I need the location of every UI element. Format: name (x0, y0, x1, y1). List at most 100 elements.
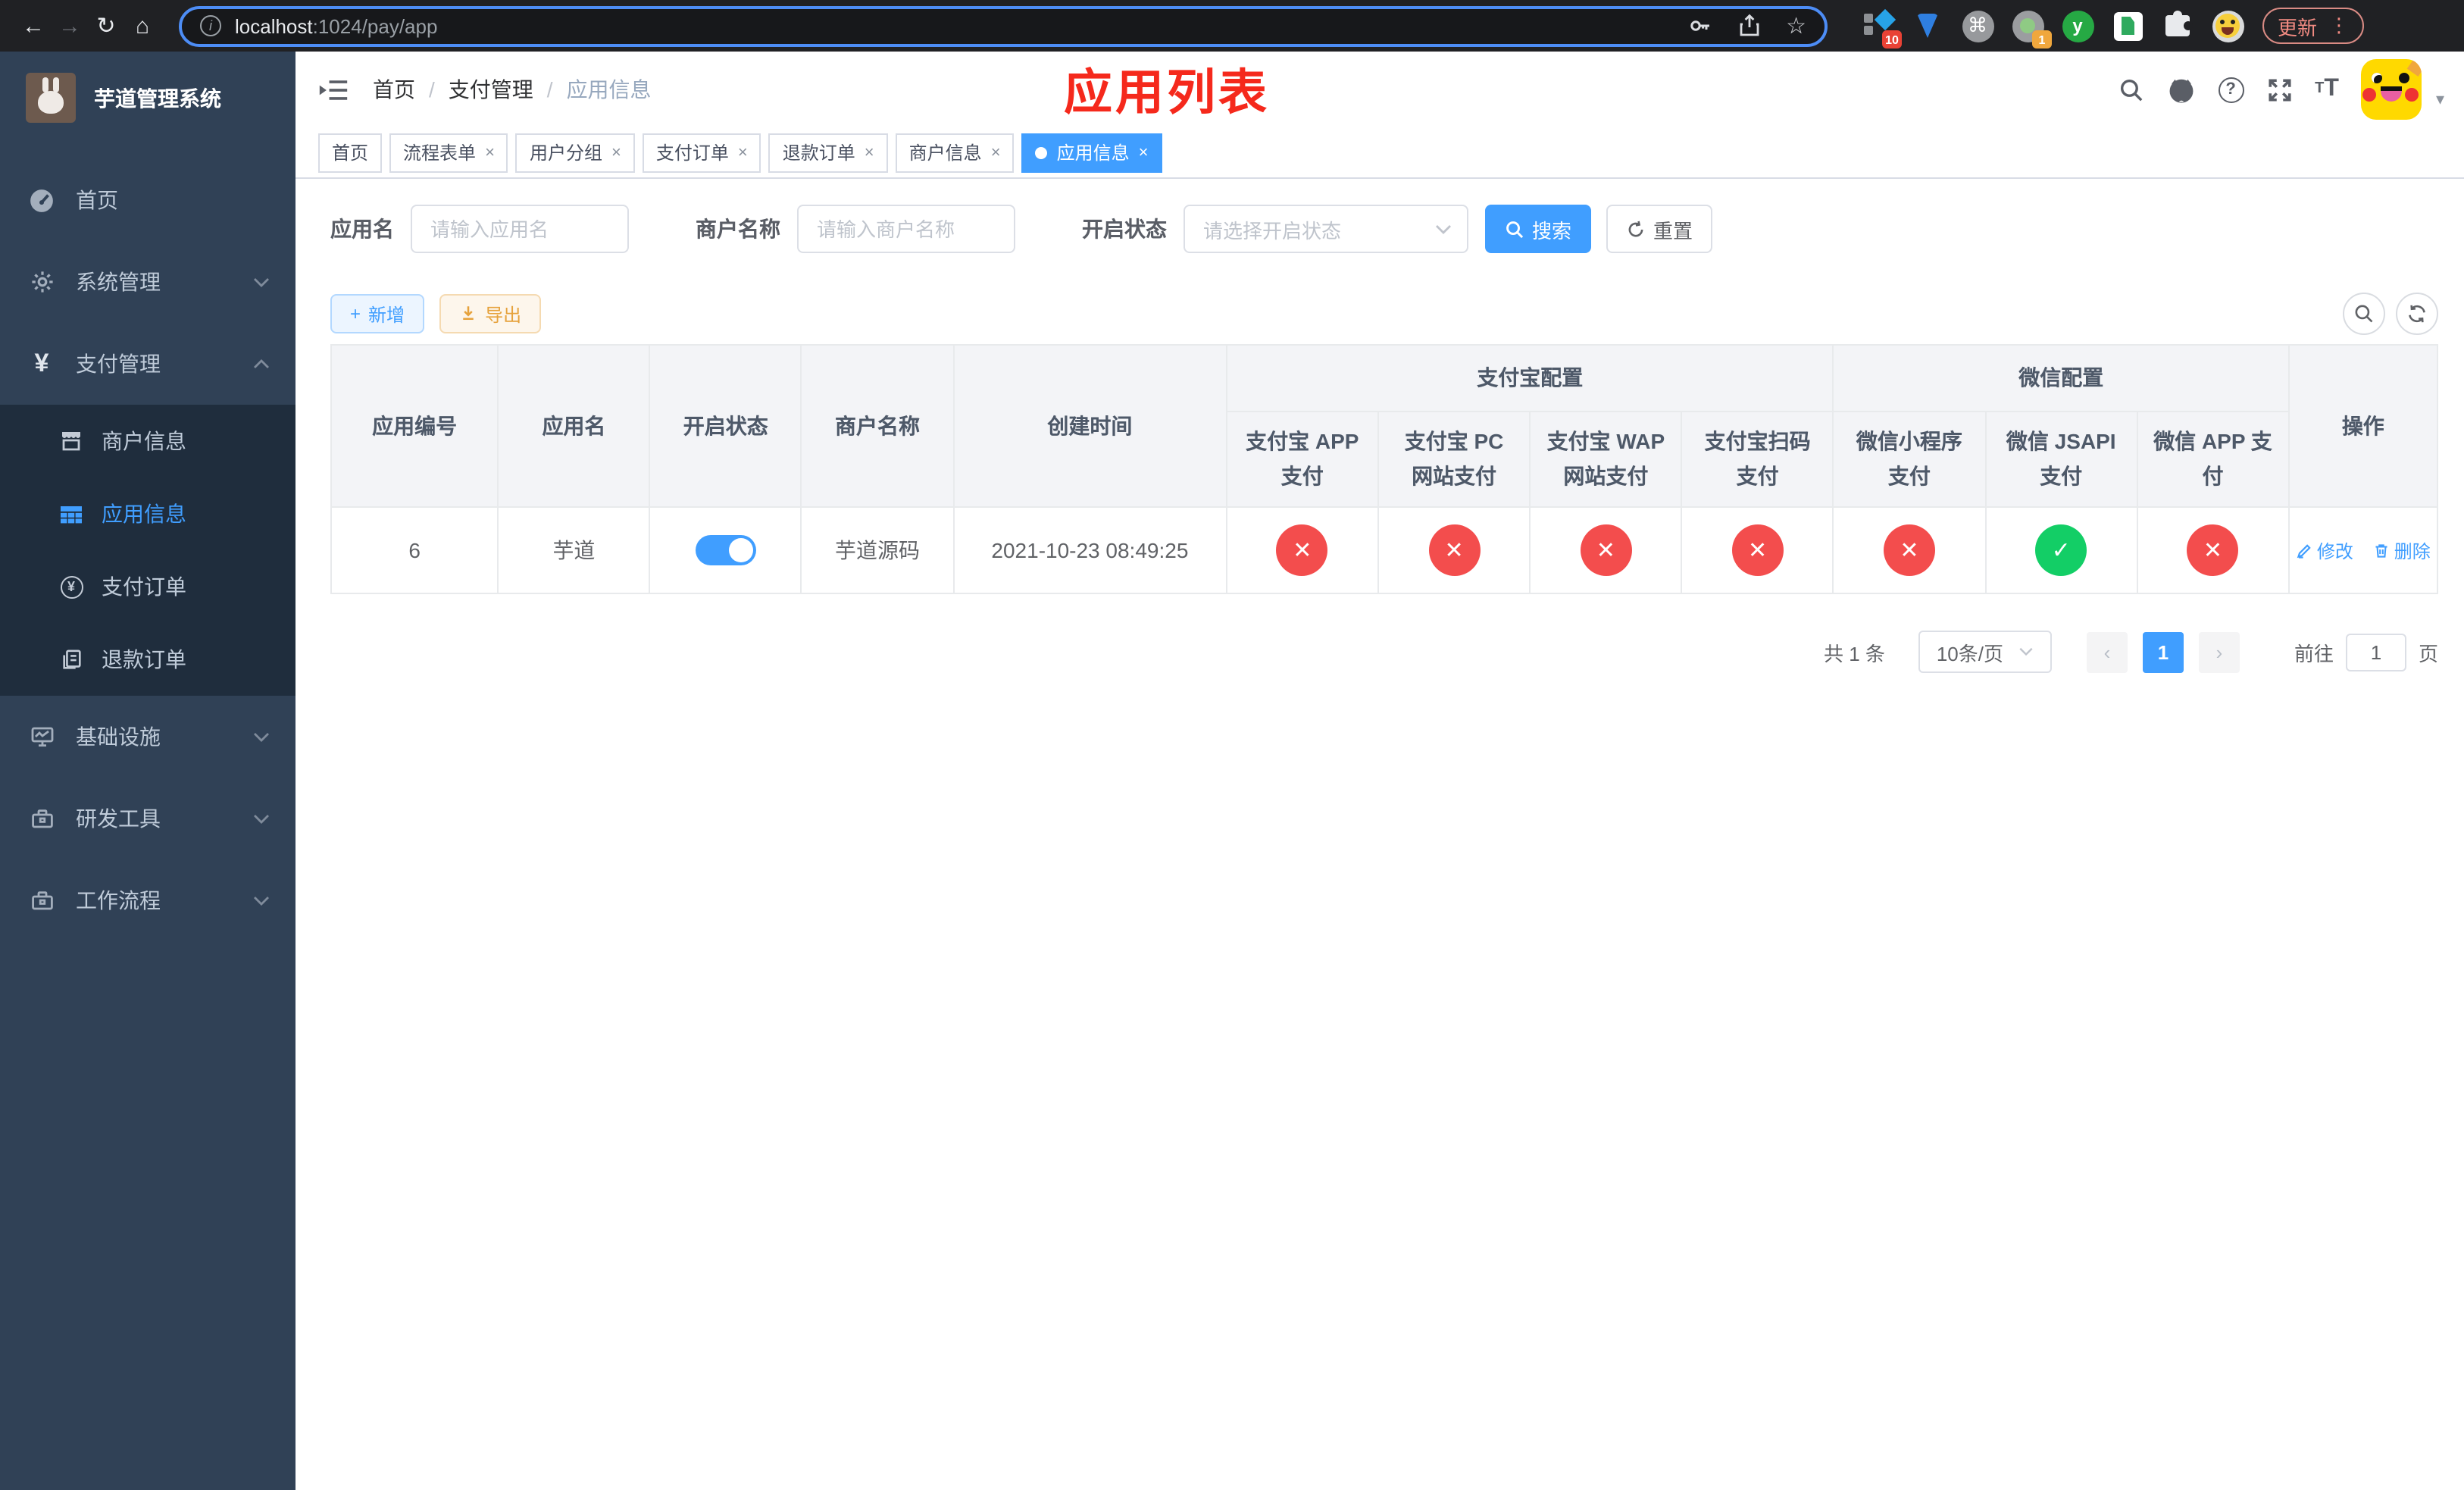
extension-blocks-icon[interactable]: 10 (1861, 8, 1902, 49)
sidebar-item-label: 系统管理 (76, 270, 161, 294)
chevron-down-icon (253, 731, 270, 742)
next-page-button[interactable]: › (2198, 631, 2240, 672)
sidebar-item-workflow[interactable]: 工作流程 (0, 859, 295, 941)
navbar-actions: ? TT ▾ (2118, 59, 2444, 120)
navbar: 首页 / 支付管理 / 应用信息 应用列表 ? T T ▾ (295, 52, 2464, 127)
browser-update-button[interactable]: 更新 ⋮ (2262, 8, 2365, 44)
fullscreen-icon[interactable] (2266, 77, 2292, 102)
sidebar-item-system[interactable]: 系统管理 (0, 241, 295, 323)
screen: ← → ↻ ⌂ i localhost:1024/pay/app ☆ 10 ⌘ … (0, 0, 2464, 1490)
status-select[interactable]: 请选择开启状态 (1184, 205, 1468, 253)
tab-app-info[interactable]: 应用信息 × (1021, 133, 1162, 172)
page-size-select[interactable]: 10条/页 (1918, 631, 2052, 673)
extension-command-icon[interactable]: ⌘ (1961, 9, 1994, 42)
goto-page-input[interactable] (2345, 633, 2406, 671)
reset-button[interactable]: 重置 (1606, 205, 1712, 253)
close-icon[interactable]: × (865, 143, 874, 161)
address-bar[interactable]: i localhost:1024/pay/app ☆ (179, 5, 1828, 46)
close-icon[interactable]: × (991, 143, 1001, 161)
profile-emoji-icon[interactable] (2211, 9, 2244, 42)
close-icon[interactable]: × (485, 143, 495, 161)
sidebar-item-home[interactable]: 首页 (0, 159, 295, 241)
sidebar-item-pay-order[interactable]: ¥ 支付订单 (0, 550, 295, 623)
sidebar-item-refund-order[interactable]: 退款订单 (0, 623, 295, 696)
wx-jsapi-status-icon: ✓ (2035, 524, 2087, 576)
close-icon[interactable]: × (738, 143, 748, 161)
plus-icon: + (350, 303, 361, 324)
sidebar-item-merchant-info[interactable]: 商户信息 (0, 405, 295, 477)
font-size-icon[interactable]: TT (2315, 77, 2339, 102)
sidebar-item-pay[interactable]: ¥ 支付管理 (0, 323, 295, 405)
chevron-down-icon (253, 813, 270, 824)
col-header-merchant: 商户名称 (800, 344, 955, 508)
sidebar-item-dev-tools[interactable]: 研发工具 (0, 778, 295, 859)
github-icon[interactable] (2166, 75, 2195, 104)
tab-merchant-info[interactable]: 商户信息 × (895, 133, 1015, 172)
alipay-pc-status-icon: ✕ (1428, 524, 1481, 576)
alipay-wap-status-icon: ✕ (1580, 524, 1632, 576)
export-button[interactable]: 导出 (439, 294, 542, 333)
search-button[interactable]: 搜索 (1485, 205, 1591, 253)
browser-menu-icon[interactable]: ⋮ (2329, 14, 2349, 38)
col-header-wx-app: 微信 APP 支付 (2136, 411, 2290, 508)
merchant-name-input[interactable] (797, 205, 1015, 253)
wx-mini-status-icon: ✕ (1883, 524, 1935, 576)
extension-y-icon[interactable]: y (2061, 9, 2094, 42)
close-icon[interactable]: × (1139, 143, 1149, 161)
bookmark-star-icon[interactable]: ☆ (1786, 12, 1806, 39)
extension-doc-icon[interactable] (2111, 9, 2144, 42)
prev-page-button[interactable]: ‹ (2086, 631, 2128, 672)
user-avatar[interactable] (2361, 59, 2422, 120)
breadcrumb: 首页 / 支付管理 / 应用信息 (373, 74, 652, 105)
extensions-puzzle-icon[interactable] (2161, 9, 2194, 42)
search-icon[interactable] (2118, 77, 2143, 102)
merchant-name-label: 商户名称 (696, 217, 780, 241)
tab-pay-order[interactable]: 支付订单 × (642, 133, 761, 172)
add-button[interactable]: + 新增 (330, 294, 425, 333)
avatar-caret-icon[interactable]: ▾ (2436, 89, 2444, 108)
tab-refund-order[interactable]: 退款订单 × (768, 133, 888, 172)
status-toggle[interactable] (695, 535, 756, 565)
extension-badge: 10 (1882, 30, 1902, 49)
url-text[interactable]: localhost:1024/pay/app (235, 14, 437, 37)
key-icon[interactable] (1687, 14, 1712, 38)
sidebar-item-label: 基础设施 (76, 725, 161, 749)
refresh-button[interactable] (2396, 293, 2438, 335)
info-icon[interactable]: i (200, 15, 221, 36)
extension-record-icon[interactable]: 1 (2011, 9, 2052, 49)
col-header-wx-mini: 微信小程序支付 (1832, 411, 1987, 508)
breadcrumb-pay[interactable]: 支付管理 (449, 74, 533, 105)
edit-link[interactable]: 修改 (2296, 537, 2353, 563)
tab-process-form[interactable]: 流程表单 × (389, 133, 508, 172)
col-header-app-name: 应用名 (497, 344, 651, 508)
yen-circle-icon: ¥ (59, 574, 83, 599)
breadcrumb-home[interactable]: 首页 (373, 74, 415, 105)
tab-user-group[interactable]: 用户分组 × (515, 133, 635, 172)
delete-link[interactable]: 删除 (2373, 537, 2431, 563)
sidebar-logo[interactable]: 芋道管理系统 (0, 52, 295, 141)
sidebar-item-label: 工作流程 (76, 888, 161, 912)
current-page-button[interactable]: 1 (2142, 631, 2184, 672)
toggle-search-button[interactable] (2343, 293, 2385, 335)
col-header-actions: 操作 (2287, 344, 2439, 508)
chevron-down-icon (2018, 647, 2034, 656)
close-icon[interactable]: × (611, 143, 621, 161)
share-icon[interactable] (1737, 14, 1760, 38)
help-icon[interactable]: ? (2218, 77, 2244, 102)
chevron-down-icon (1435, 224, 1452, 234)
sidebar-item-infra[interactable]: 基础设施 (0, 696, 295, 778)
tab-home[interactable]: 首页 (318, 133, 383, 172)
back-icon[interactable]: ← (15, 13, 52, 39)
wx-app-status-icon: ✕ (2187, 524, 2239, 576)
toolbox-icon (29, 887, 55, 913)
chevron-up-icon (253, 358, 270, 369)
sidebar-item-app-info[interactable]: 应用信息 (0, 477, 295, 550)
reload-icon[interactable]: ↻ (88, 12, 124, 39)
sidebar-menu: 首页 系统管理 ¥ 支付管理 商户信息 应用信息 ¥ 支付订单 退款订单 基础设… (0, 159, 295, 941)
home-icon[interactable]: ⌂ (124, 13, 161, 39)
extension-gem-icon[interactable] (1911, 9, 1944, 42)
forward-icon[interactable]: → (52, 13, 88, 39)
app-name-input[interactable] (411, 205, 629, 253)
sidebar-collapse-icon[interactable] (318, 77, 349, 102)
pagination-total: 共 1 条 (1824, 642, 1885, 665)
